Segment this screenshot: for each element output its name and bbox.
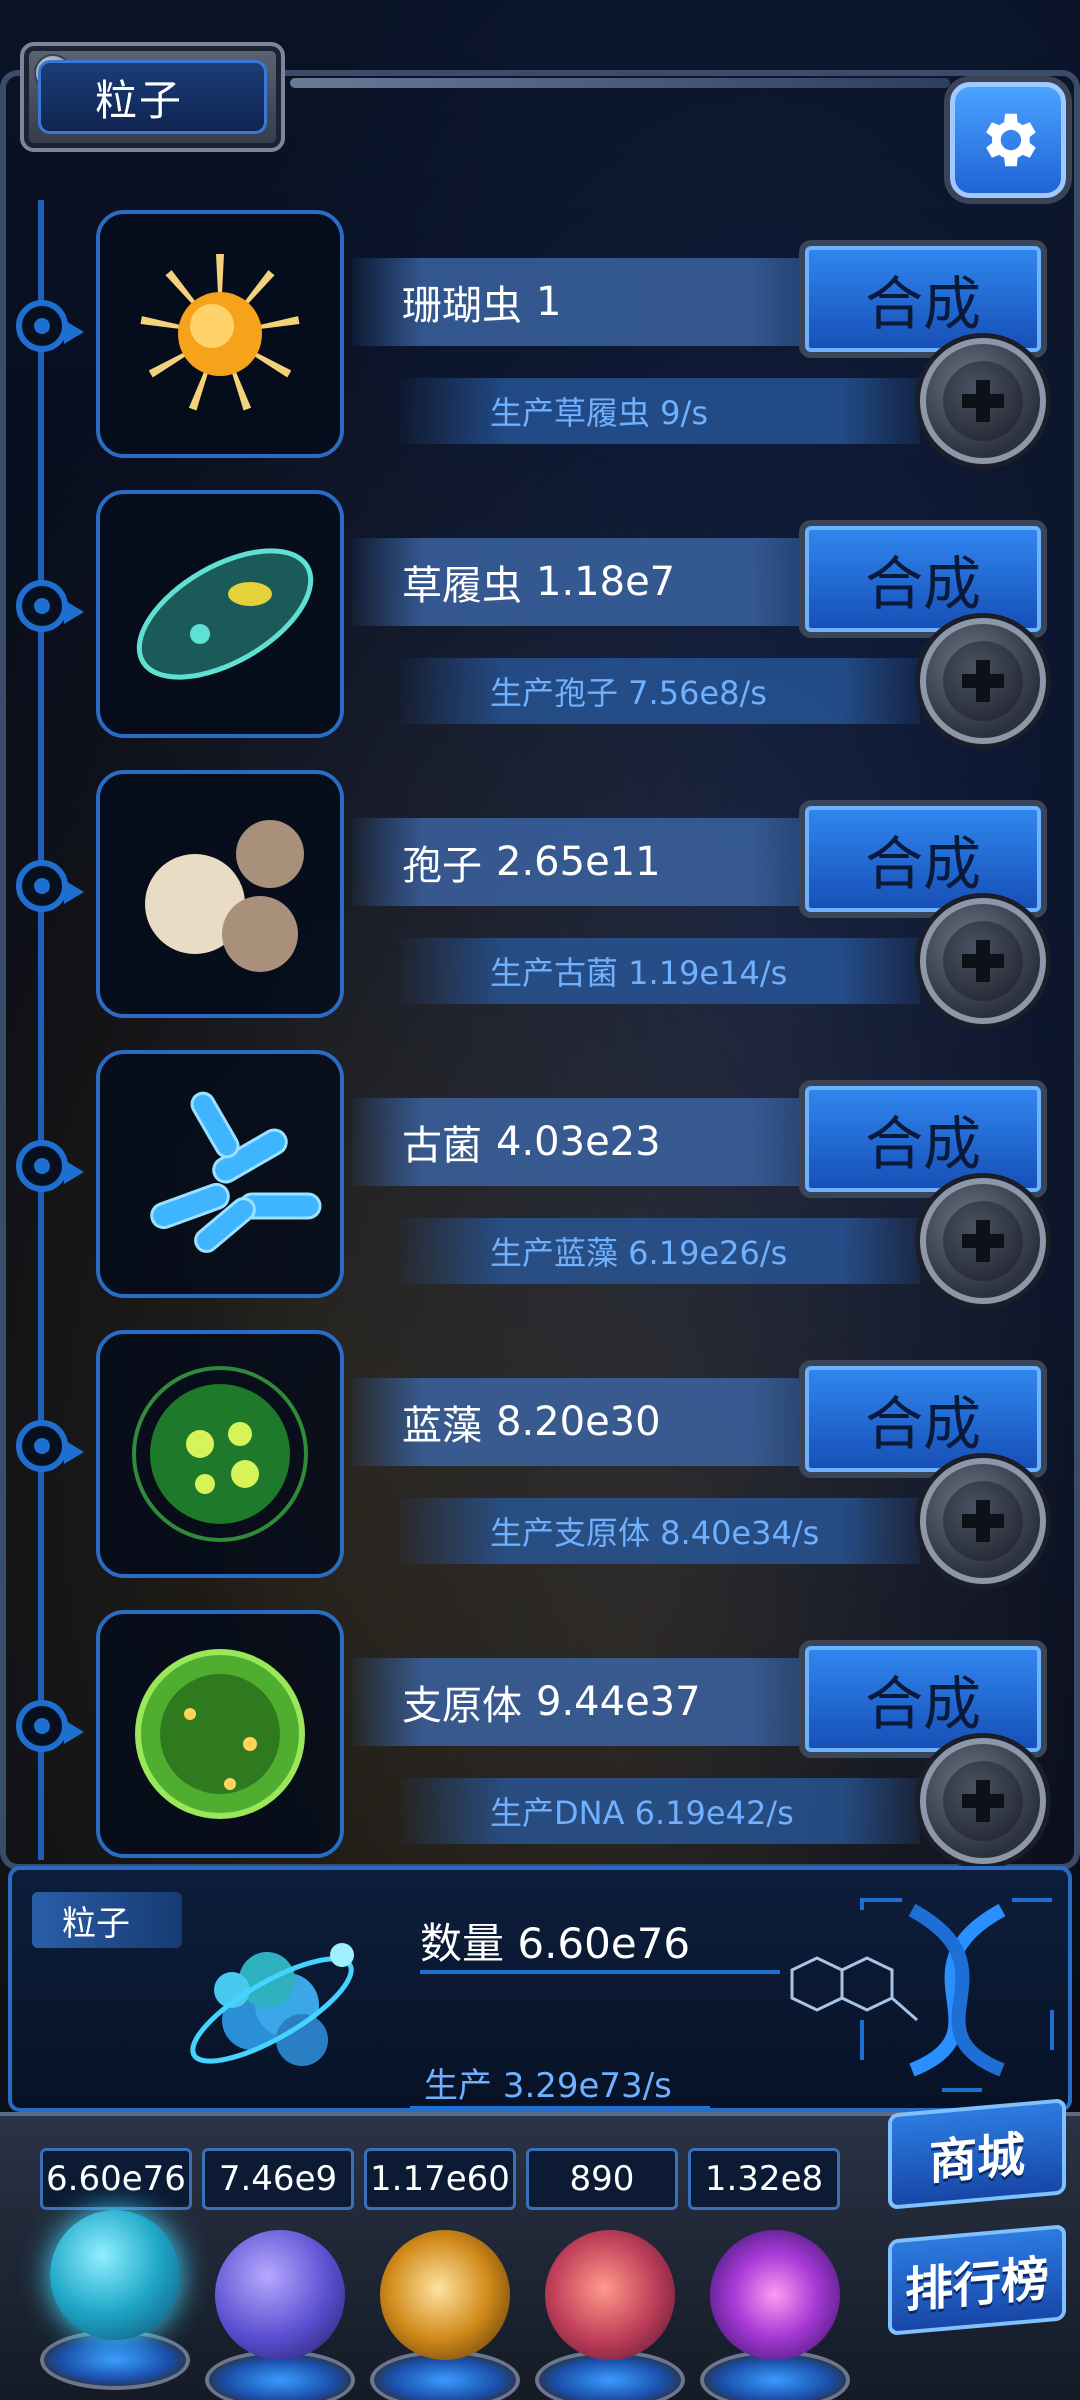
- item-row: 孢子 2.65e11 生产古菌 1.19e14/s 合成: [0, 770, 1080, 1030]
- item-count: 9.44e37: [536, 1679, 701, 1725]
- item-count: 1: [536, 279, 562, 325]
- cyanobacteria-icon: [120, 1354, 320, 1558]
- item-name-bar: 蓝藻 8.20e30: [352, 1378, 822, 1466]
- mycoplasma-icon: [120, 1634, 320, 1838]
- item-name: 古菌: [402, 1123, 482, 1169]
- item-thumbnail: [96, 210, 344, 458]
- item-thumbnail: [96, 1330, 344, 1578]
- shop-button[interactable]: 商城: [888, 2098, 1066, 2210]
- craft-button[interactable]: 合成: [805, 1366, 1041, 1472]
- header-divider: [290, 78, 950, 88]
- particles-orb-icon: [50, 2210, 180, 2340]
- particle-production: 生产 3.29e73/s: [424, 2066, 672, 2106]
- add-button[interactable]: [920, 1738, 1046, 1864]
- item-row: 古菌 4.03e23 生产蓝藻 6.19e26/s 合成: [0, 1050, 1080, 1310]
- item-production: 生产古菌 1.19e14/s: [400, 938, 920, 1004]
- item-name: 支原体: [402, 1683, 522, 1729]
- plus-icon: [943, 1761, 1023, 1841]
- plus-icon: [943, 1201, 1023, 1281]
- gear-icon: [986, 113, 1036, 167]
- nebula-orb-icon: [380, 2230, 510, 2360]
- leaderboard-button[interactable]: 排行榜: [888, 2224, 1066, 2336]
- item-name: 蓝藻: [402, 1403, 482, 1449]
- add-button[interactable]: [920, 1458, 1046, 1584]
- item-production: 生产蓝藻 6.19e26/s: [400, 1218, 920, 1284]
- timeline-node: [16, 860, 84, 912]
- spore-icon: [120, 794, 320, 998]
- paramecium-icon: [120, 514, 330, 718]
- tab-title-label: 粒子: [38, 60, 267, 134]
- add-button[interactable]: [920, 618, 1046, 744]
- chemical-structure-icon: [790, 1956, 918, 2022]
- item-name-bar: 支原体 9.44e37: [352, 1658, 822, 1746]
- plus-icon: [943, 641, 1023, 721]
- add-button[interactable]: [920, 1178, 1046, 1304]
- item-thumbnail: [96, 490, 344, 738]
- item-name-bar: 孢子 2.65e11: [352, 818, 822, 906]
- item-production: 生产DNA 6.19e42/s: [400, 1778, 920, 1844]
- orb-star[interactable]: [360, 2230, 530, 2400]
- panel-tag: 粒子: [32, 1892, 182, 1948]
- item-production: 生产草履虫 9/s: [400, 378, 920, 444]
- particle-quantity: 数量 6.60e76: [420, 1919, 691, 1968]
- timeline-node: [16, 580, 84, 632]
- add-button[interactable]: [920, 898, 1046, 1024]
- orb-portal[interactable]: [690, 2230, 860, 2400]
- plus-icon: [943, 361, 1023, 441]
- portal-orb-icon: [710, 2230, 840, 2360]
- production-underline: [410, 2106, 710, 2110]
- item-row: 支原体 9.44e37 生产DNA 6.19e42/s 合成: [0, 1610, 1080, 1870]
- item-count: 2.65e11: [496, 839, 661, 885]
- item-production: 生产支原体 8.40e34/s: [400, 1498, 920, 1564]
- item-name: 草履虫: [402, 563, 522, 609]
- item-row: 草履虫 1.18e7 生产孢子 7.56e8/s 合成: [0, 490, 1080, 750]
- item-count: 8.20e30: [496, 1399, 661, 1445]
- lightning-orb-icon: [215, 2230, 345, 2360]
- item-name: 孢子: [402, 843, 482, 889]
- item-row: 珊瑚虫 1 生产草履虫 9/s 合成: [0, 210, 1080, 470]
- item-production: 生产孢子 7.56e8/s: [400, 658, 920, 724]
- craft-button[interactable]: 合成: [805, 246, 1041, 352]
- item-thumbnail: [96, 1050, 344, 1298]
- timeline-node: [16, 1420, 84, 1472]
- orb-energy[interactable]: [195, 2230, 365, 2400]
- orb-particles[interactable]: [30, 2210, 200, 2400]
- item-name-bar: 草履虫 1.18e7: [352, 538, 822, 626]
- item-thumbnail: [96, 770, 344, 1018]
- item-row: 蓝藻 8.20e30 生产支原体 8.40e34/s 合成: [0, 1330, 1080, 1590]
- craft-button[interactable]: 合成: [805, 526, 1041, 632]
- molecule-icon: [190, 1943, 354, 2066]
- item-thumbnail: [96, 1610, 344, 1858]
- orb-brain[interactable]: [525, 2230, 695, 2400]
- category-orbs: [30, 2150, 850, 2400]
- add-button[interactable]: [920, 338, 1046, 464]
- brain-orb-icon: [545, 2230, 675, 2360]
- item-count: 1.18e7: [536, 559, 676, 605]
- quantity-underline: [420, 1970, 780, 1974]
- item-name-bar: 珊瑚虫 1: [352, 258, 822, 346]
- settings-button[interactable]: [950, 82, 1066, 198]
- plus-icon: [943, 921, 1023, 1001]
- craft-button[interactable]: 合成: [805, 1086, 1041, 1192]
- item-count: 4.03e23: [496, 1119, 661, 1165]
- sun-organism-icon: [120, 234, 320, 438]
- tab-particles[interactable]: 粒子: [20, 42, 285, 152]
- item-name: 珊瑚虫: [402, 283, 522, 329]
- item-name-bar: 古菌 4.03e23: [352, 1098, 822, 1186]
- timeline-node: [16, 300, 84, 352]
- plus-icon: [943, 1481, 1023, 1561]
- timeline-node: [16, 1140, 84, 1192]
- craft-button[interactable]: 合成: [805, 1646, 1041, 1752]
- archaea-icon: [120, 1074, 340, 1278]
- craft-button[interactable]: 合成: [805, 806, 1041, 912]
- timeline-node: [16, 1700, 84, 1752]
